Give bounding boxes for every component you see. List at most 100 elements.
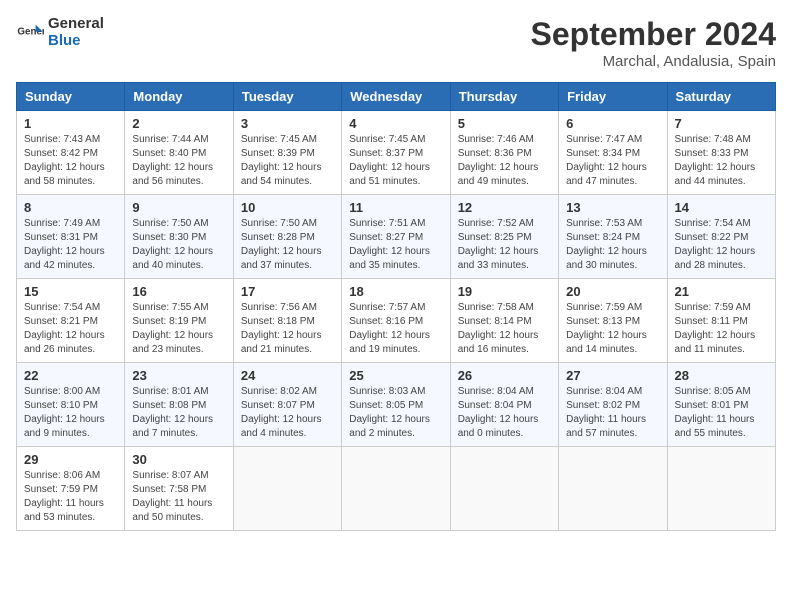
day-number: 3: [241, 116, 334, 131]
calendar-day-cell: 26 Sunrise: 8:04 AMSunset: 8:04 PMDayligh…: [450, 363, 558, 447]
weekday-header-cell: Sunday: [17, 83, 125, 111]
day-info: Sunrise: 8:01 AMSunset: 8:08 PMDaylight:…: [132, 385, 225, 441]
day-info: Sunrise: 7:58 AMSunset: 8:14 PMDaylight:…: [458, 301, 551, 357]
day-number: 20: [566, 284, 659, 299]
calendar-day-cell: 30 Sunrise: 8:07 AMSunset: 7:58 PMDayligh…: [125, 447, 233, 531]
day-number: 8: [24, 200, 117, 215]
calendar-day-cell: [342, 447, 450, 531]
svg-text:General: General: [17, 26, 44, 37]
day-number: 10: [241, 200, 334, 215]
day-info: Sunrise: 7:50 AMSunset: 8:28 PMDaylight:…: [241, 217, 334, 273]
day-number: 19: [458, 284, 551, 299]
day-number: 7: [675, 116, 768, 131]
calendar-day-cell: 18 Sunrise: 7:57 AMSunset: 8:16 PMDayligh…: [342, 279, 450, 363]
logo: General General Blue: [16, 16, 104, 49]
calendar-day-cell: 22 Sunrise: 8:00 AMSunset: 8:10 PMDayligh…: [17, 363, 125, 447]
day-number: 28: [675, 368, 768, 383]
day-info: Sunrise: 8:00 AMSunset: 8:10 PMDaylight:…: [24, 385, 117, 441]
day-info: Sunrise: 7:45 AMSunset: 8:37 PMDaylight:…: [349, 133, 442, 189]
day-info: Sunrise: 7:55 AMSunset: 8:19 PMDaylight:…: [132, 301, 225, 357]
day-info: Sunrise: 8:04 AMSunset: 8:02 PMDaylight:…: [566, 385, 659, 441]
calendar-day-cell: 7 Sunrise: 7:48 AMSunset: 8:33 PMDaylight…: [667, 111, 775, 195]
day-number: 26: [458, 368, 551, 383]
calendar-day-cell: 19 Sunrise: 7:58 AMSunset: 8:14 PMDayligh…: [450, 279, 558, 363]
calendar-day-cell: 27 Sunrise: 8:04 AMSunset: 8:02 PMDayligh…: [559, 363, 667, 447]
day-number: 5: [458, 116, 551, 131]
calendar-day-cell: 2Sunrise: 7:44 AMSunset: 8:40 PMDaylight…: [125, 111, 233, 195]
day-number: 18: [349, 284, 442, 299]
calendar-day-cell: 29Sunrise: 8:06 AMSunset: 7:59 PMDayligh…: [17, 447, 125, 531]
day-info: Sunrise: 8:05 AMSunset: 8:01 PMDaylight:…: [675, 385, 768, 441]
day-info: Sunrise: 8:03 AMSunset: 8:05 PMDaylight:…: [349, 385, 442, 441]
weekday-header-cell: Saturday: [667, 83, 775, 111]
calendar-day-cell: 24Sunrise: 8:02 AMSunset: 8:07 PMDayligh…: [233, 363, 341, 447]
day-number: 9: [132, 200, 225, 215]
day-number: 13: [566, 200, 659, 215]
day-number: 2: [132, 116, 225, 131]
calendar-day-cell: 23 Sunrise: 8:01 AMSunset: 8:08 PMDayligh…: [125, 363, 233, 447]
day-number: 23: [132, 368, 225, 383]
calendar-day-cell: [450, 447, 558, 531]
day-number: 14: [675, 200, 768, 215]
day-info: Sunrise: 7:56 AMSunset: 8:18 PMDaylight:…: [241, 301, 334, 357]
day-info: Sunrise: 7:59 AMSunset: 8:13 PMDaylight:…: [566, 301, 659, 357]
day-info: Sunrise: 7:50 AMSunset: 8:30 PMDaylight:…: [132, 217, 225, 273]
day-number: 4: [349, 116, 442, 131]
day-info: Sunrise: 7:51 AMSunset: 8:27 PMDaylight:…: [349, 217, 442, 273]
calendar-day-cell: 28 Sunrise: 8:05 AMSunset: 8:01 PMDayligh…: [667, 363, 775, 447]
calendar-week-row: 15 Sunrise: 7:54 AMSunset: 8:21 PMDayligh…: [17, 279, 776, 363]
day-info: Sunrise: 7:45 AMSunset: 8:39 PMDaylight:…: [241, 133, 334, 189]
calendar-day-cell: [559, 447, 667, 531]
day-number: 12: [458, 200, 551, 215]
calendar-day-cell: 8 Sunrise: 7:49 AMSunset: 8:31 PMDaylight…: [17, 195, 125, 279]
calendar-day-cell: 12 Sunrise: 7:52 AMSunset: 8:25 PMDayligh…: [450, 195, 558, 279]
day-info: Sunrise: 8:04 AMSunset: 8:04 PMDaylight:…: [458, 385, 551, 441]
calendar-day-cell: 9 Sunrise: 7:50 AMSunset: 8:30 PMDaylight…: [125, 195, 233, 279]
calendar-day-cell: 13Sunrise: 7:53 AMSunset: 8:24 PMDayligh…: [559, 195, 667, 279]
calendar-day-cell: 10 Sunrise: 7:50 AMSunset: 8:28 PMDayligh…: [233, 195, 341, 279]
calendar-day-cell: 14Sunrise: 7:54 AMSunset: 8:22 PMDayligh…: [667, 195, 775, 279]
calendar-day-cell: 1 Sunrise: 7:43 AMSunset: 8:42 PMDaylight…: [17, 111, 125, 195]
page-header: General General Blue September 2024 Marc…: [16, 16, 776, 70]
day-info: Sunrise: 7:48 AMSunset: 8:33 PMDaylight:…: [675, 133, 768, 189]
calendar-day-cell: 15 Sunrise: 7:54 AMSunset: 8:21 PMDayligh…: [17, 279, 125, 363]
day-info: Sunrise: 7:46 AMSunset: 8:36 PMDaylight:…: [458, 133, 551, 189]
day-number: 16: [132, 284, 225, 299]
calendar-week-row: 8 Sunrise: 7:49 AMSunset: 8:31 PMDaylight…: [17, 195, 776, 279]
title-area: September 2024 Marchal, Andalusia, Spain: [531, 16, 776, 70]
calendar-day-cell: 16 Sunrise: 7:55 AMSunset: 8:19 PMDayligh…: [125, 279, 233, 363]
day-info: Sunrise: 7:54 AMSunset: 8:21 PMDaylight:…: [24, 301, 117, 357]
weekday-header-row: SundayMondayTuesdayWednesdayThursdayFrid…: [17, 83, 776, 111]
day-number: 22: [24, 368, 117, 383]
calendar-day-cell: [233, 447, 341, 531]
month-title: September 2024: [531, 16, 776, 53]
weekday-header-cell: Thursday: [450, 83, 558, 111]
day-number: 15: [24, 284, 117, 299]
day-info: Sunrise: 7:52 AMSunset: 8:25 PMDaylight:…: [458, 217, 551, 273]
location-title: Marchal, Andalusia, Spain: [531, 53, 776, 70]
calendar-table: SundayMondayTuesdayWednesdayThursdayFrid…: [16, 82, 776, 531]
day-info: Sunrise: 7:59 AMSunset: 8:11 PMDaylight:…: [675, 301, 768, 357]
day-number: 25: [349, 368, 442, 383]
weekday-header-cell: Monday: [125, 83, 233, 111]
calendar-day-cell: [667, 447, 775, 531]
day-info: Sunrise: 7:57 AMSunset: 8:16 PMDaylight:…: [349, 301, 442, 357]
calendar-day-cell: 6Sunrise: 7:47 AMSunset: 8:34 PMDaylight…: [559, 111, 667, 195]
calendar-day-cell: 25 Sunrise: 8:03 AMSunset: 8:05 PMDayligh…: [342, 363, 450, 447]
day-number: 27: [566, 368, 659, 383]
calendar-body: 1 Sunrise: 7:43 AMSunset: 8:42 PMDaylight…: [17, 111, 776, 531]
day-number: 30: [132, 452, 225, 467]
day-number: 1: [24, 116, 117, 131]
calendar-day-cell: 11 Sunrise: 7:51 AMSunset: 8:27 PMDayligh…: [342, 195, 450, 279]
day-info: Sunrise: 8:07 AMSunset: 7:58 PMDaylight:…: [132, 469, 225, 525]
day-number: 11: [349, 200, 442, 215]
calendar-day-cell: 3 Sunrise: 7:45 AMSunset: 8:39 PMDaylight…: [233, 111, 341, 195]
day-info: Sunrise: 7:43 AMSunset: 8:42 PMDaylight:…: [24, 133, 117, 189]
day-number: 29: [24, 452, 117, 467]
logo-icon: General: [16, 19, 44, 47]
calendar-day-cell: 5 Sunrise: 7:46 AMSunset: 8:36 PMDaylight…: [450, 111, 558, 195]
calendar-day-cell: 21Sunrise: 7:59 AMSunset: 8:11 PMDayligh…: [667, 279, 775, 363]
day-info: Sunrise: 7:49 AMSunset: 8:31 PMDaylight:…: [24, 217, 117, 273]
day-number: 17: [241, 284, 334, 299]
weekday-header-cell: Tuesday: [233, 83, 341, 111]
